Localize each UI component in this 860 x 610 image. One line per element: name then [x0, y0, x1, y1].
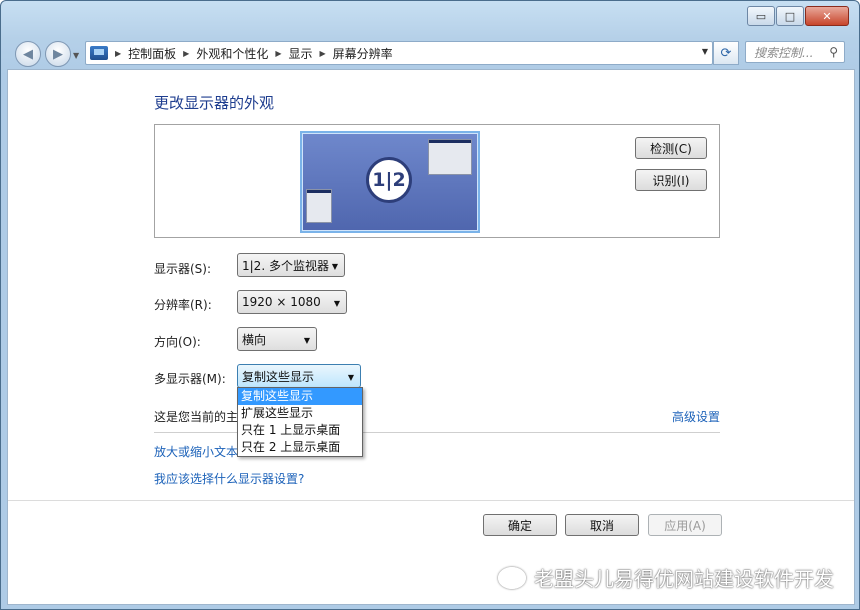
- watermark: 老盟头儿易得优网站建设软件开发: [498, 563, 834, 592]
- display-label: 显示器(S):: [154, 262, 212, 276]
- chevron-down-icon: ▼: [331, 262, 338, 271]
- breadcrumb-screen-resolution[interactable]: 屏幕分辨率: [333, 45, 393, 62]
- maximize-icon: □: [784, 9, 796, 23]
- resolution-select[interactable]: 1920 × 1080 ▼: [237, 290, 347, 314]
- history-dropdown-icon[interactable]: ▼: [73, 51, 79, 60]
- monitor-thumbnail[interactable]: 1|2: [300, 131, 480, 233]
- multi-display-select-value: 复制这些显示: [242, 369, 315, 384]
- advanced-settings-link[interactable]: 高级设置: [672, 408, 720, 425]
- dropdown-option[interactable]: 复制这些显示: [238, 388, 362, 405]
- content-pane: 更改显示器的外观 1|2 检测(C) 识别(I) 显示器(S): 1|2. 多个…: [7, 69, 855, 605]
- breadcrumb-control-panel[interactable]: 控制面板: [128, 45, 176, 62]
- multi-display-dropdown-list: 复制这些显示 扩展这些显示 只在 1 上显示桌面 只在 2 上显示桌面: [237, 387, 363, 457]
- minimize-button[interactable]: ▭: [747, 6, 775, 26]
- apply-button[interactable]: 应用(A): [648, 514, 722, 536]
- back-button[interactable]: ◀: [15, 41, 41, 67]
- resolution-label: 分辨率(R):: [154, 298, 212, 312]
- ok-button[interactable]: 确定: [483, 514, 557, 536]
- identify-button[interactable]: 识别(I): [635, 169, 707, 191]
- help-link[interactable]: 我应该选择什么显示器设置?: [154, 470, 304, 487]
- window-thumbnail-icon: [306, 189, 332, 223]
- close-icon: ✕: [822, 9, 832, 23]
- chevron-down-icon: ▼: [303, 336, 310, 345]
- watermark-text: 老盟头儿易得优网站建设软件开发: [534, 567, 834, 591]
- chevron-down-icon: ▼: [347, 373, 354, 382]
- breadcrumb-appearance[interactable]: 外观和个性化: [196, 45, 268, 62]
- footer-divider: [8, 500, 854, 501]
- orientation-label: 方向(O):: [154, 335, 201, 349]
- search-input[interactable]: 搜索控制... ⚲: [745, 41, 845, 63]
- window: ▭ □ ✕ ◀ ▶ ▼ ▶ 控制面板 ▶ 外观和个性化 ▶ 显示 ▶ 屏幕分辨率…: [0, 0, 860, 610]
- dropdown-option[interactable]: 扩展这些显示: [238, 405, 362, 422]
- caption-buttons: ▭ □ ✕: [746, 6, 849, 26]
- minimize-icon: ▭: [755, 9, 767, 23]
- current-display-text: 这是您当前的主: [154, 410, 239, 424]
- breadcrumb-display[interactable]: 显示: [289, 45, 313, 62]
- back-arrow-icon: ◀: [23, 46, 33, 62]
- text-size-link[interactable]: 放大或缩小文本: [154, 443, 238, 460]
- wechat-icon: [498, 566, 526, 589]
- chevron-down-icon: ▼: [333, 299, 340, 308]
- breadcrumb-separator-icon: ▶: [275, 48, 282, 58]
- multi-display-select[interactable]: 复制这些显示 ▼: [237, 364, 361, 388]
- search-placeholder: 搜索控制...: [754, 45, 814, 60]
- cancel-button[interactable]: 取消: [565, 514, 639, 536]
- refresh-button[interactable]: ⟳: [713, 41, 739, 65]
- page-title: 更改显示器的外观: [154, 94, 275, 112]
- display-select[interactable]: 1|2. 多个监视器 ▼: [237, 253, 345, 277]
- close-button[interactable]: ✕: [805, 6, 849, 26]
- forward-button[interactable]: ▶: [45, 41, 71, 67]
- breadcrumb-separator-icon: ▶: [183, 48, 190, 58]
- display-select-value: 1|2. 多个监视器: [242, 258, 329, 273]
- search-icon[interactable]: ⚲: [829, 45, 838, 59]
- breadcrumb-separator-icon: ▶: [115, 48, 122, 58]
- dropdown-option[interactable]: 只在 1 上显示桌面: [238, 422, 362, 439]
- maximize-button[interactable]: □: [776, 6, 804, 26]
- monitor-preview: 1|2 检测(C) 识别(I): [154, 124, 720, 238]
- multi-display-label: 多显示器(M):: [154, 372, 226, 386]
- orientation-select[interactable]: 横向 ▼: [237, 327, 317, 351]
- address-bar[interactable]: ▶ 控制面板 ▶ 外观和个性化 ▶ 显示 ▶ 屏幕分辨率 ▼: [85, 41, 713, 65]
- dropdown-option[interactable]: 只在 2 上显示桌面: [238, 439, 362, 456]
- orientation-select-value: 横向: [242, 332, 267, 347]
- detect-button[interactable]: 检测(C): [635, 137, 707, 159]
- address-dropdown-icon[interactable]: ▼: [702, 47, 708, 56]
- breadcrumb-separator-icon: ▶: [319, 48, 326, 58]
- forward-arrow-icon: ▶: [53, 46, 63, 62]
- window-thumbnail-icon: [428, 139, 472, 175]
- refresh-icon: ⟳: [720, 45, 732, 61]
- resolution-select-value: 1920 × 1080: [242, 295, 321, 309]
- navigation-bar: ◀ ▶ ▼ ▶ 控制面板 ▶ 外观和个性化 ▶ 显示 ▶ 屏幕分辨率 ▼ ⟳ 搜…: [1, 37, 859, 67]
- control-panel-icon: [90, 46, 108, 60]
- monitor-number-badge: 1|2: [366, 157, 412, 203]
